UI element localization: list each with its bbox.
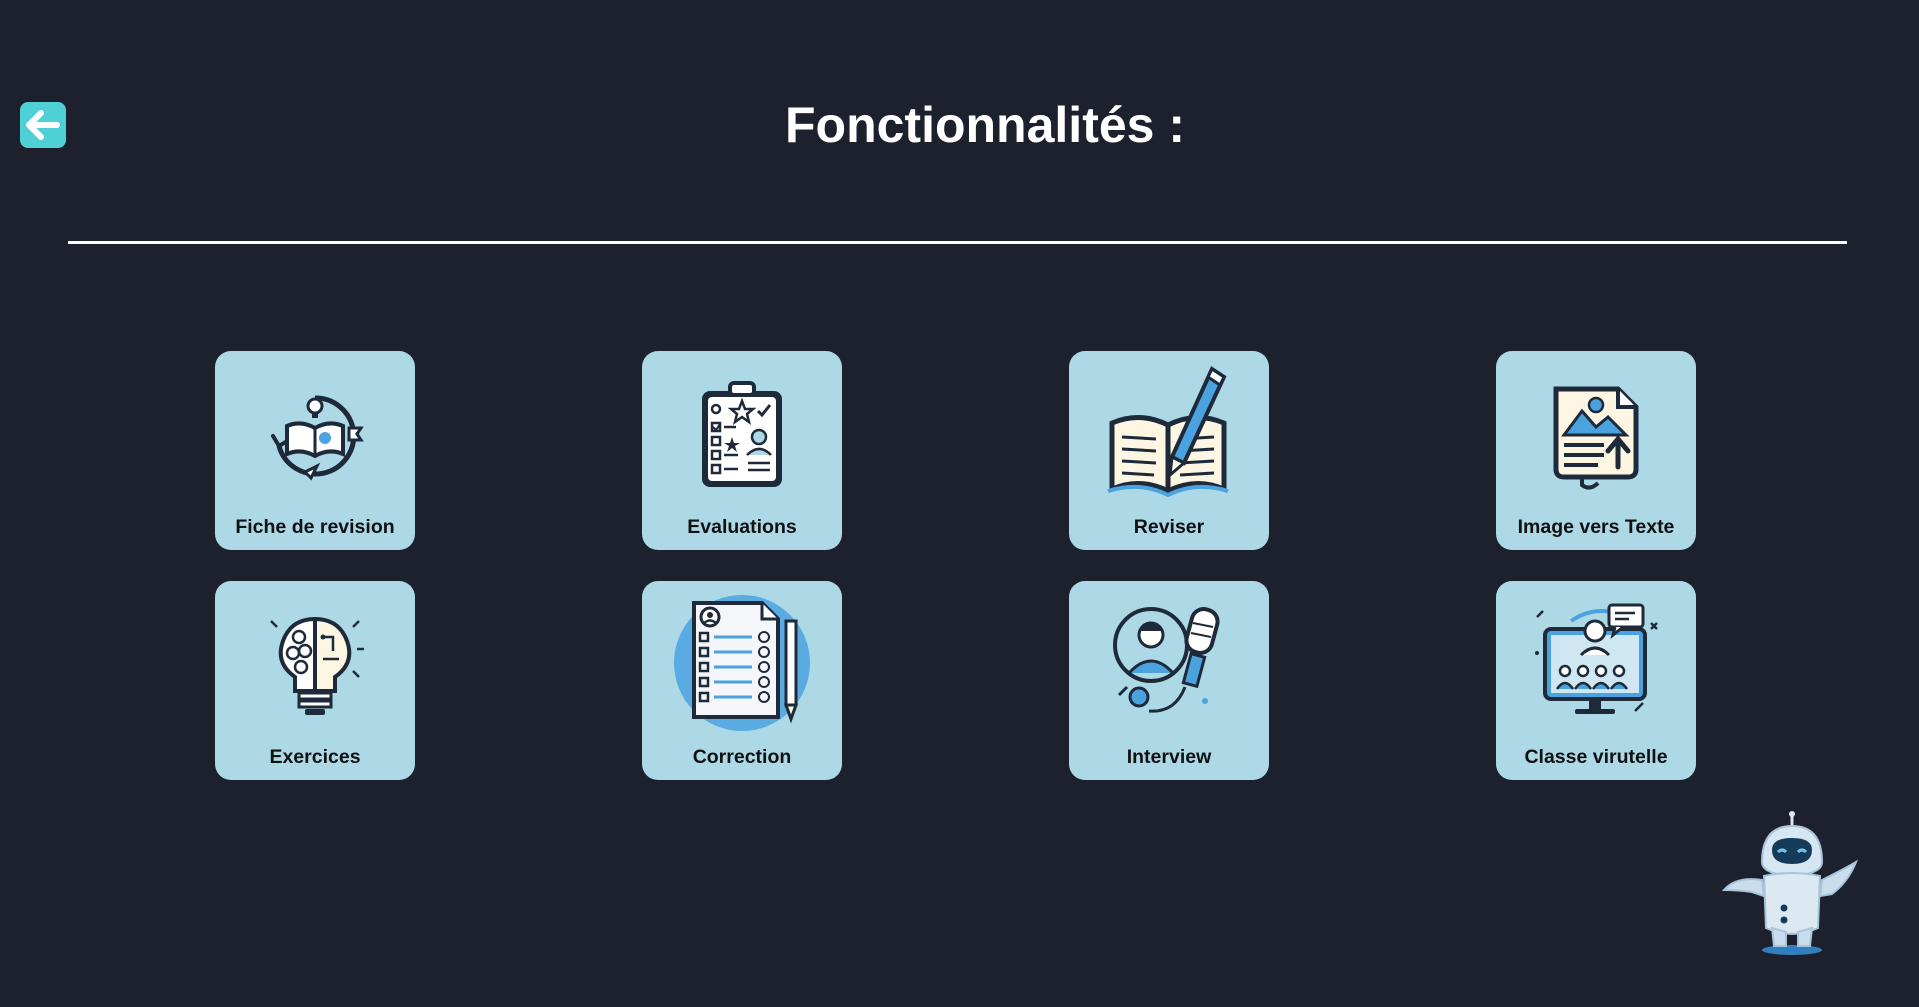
feature-label: Evaluations xyxy=(687,516,797,538)
feature-label: Correction xyxy=(692,746,792,768)
feature-label: Reviser xyxy=(1133,516,1205,538)
feature-card-evaluations[interactable]: Evaluations xyxy=(642,351,842,550)
robot-assistant-button[interactable] xyxy=(1721,810,1859,955)
person-microphone-icon xyxy=(1109,601,1229,721)
feature-label: Interview xyxy=(1126,746,1212,768)
book-cycle-icon xyxy=(260,381,370,491)
feature-label: Fiche de revision xyxy=(235,516,395,538)
feature-card-correction[interactable]: Correction xyxy=(642,581,842,780)
robot-assistant-icon xyxy=(1721,811,1859,955)
feature-card-classe-virutelle[interactable]: Classe virutelle xyxy=(1496,581,1696,780)
feature-label: Exercices xyxy=(269,746,361,768)
page-title: Fonctionnalités : xyxy=(785,97,1185,153)
feature-card-exercices[interactable]: Exercices xyxy=(215,581,415,780)
brain-lightbulb-icon xyxy=(260,611,370,721)
feature-card-interview[interactable]: Interview xyxy=(1069,581,1269,780)
feature-card-image-vers-texte[interactable]: Image vers Texte xyxy=(1496,351,1696,550)
feature-label: Image vers Texte xyxy=(1517,516,1675,538)
virtual-classroom-icon xyxy=(1531,601,1661,726)
divider xyxy=(68,241,1847,244)
clipboard-checklist-icon xyxy=(687,381,797,491)
image-to-text-icon xyxy=(1541,381,1651,491)
feature-card-reviser[interactable]: Reviser xyxy=(1069,351,1269,550)
feature-label: Classe virutelle xyxy=(1524,746,1668,768)
feature-card-fiche-de-revision[interactable]: Fiche de revision xyxy=(215,351,415,550)
checklist-pencil-icon xyxy=(672,593,812,731)
book-pen-icon xyxy=(1104,363,1234,498)
